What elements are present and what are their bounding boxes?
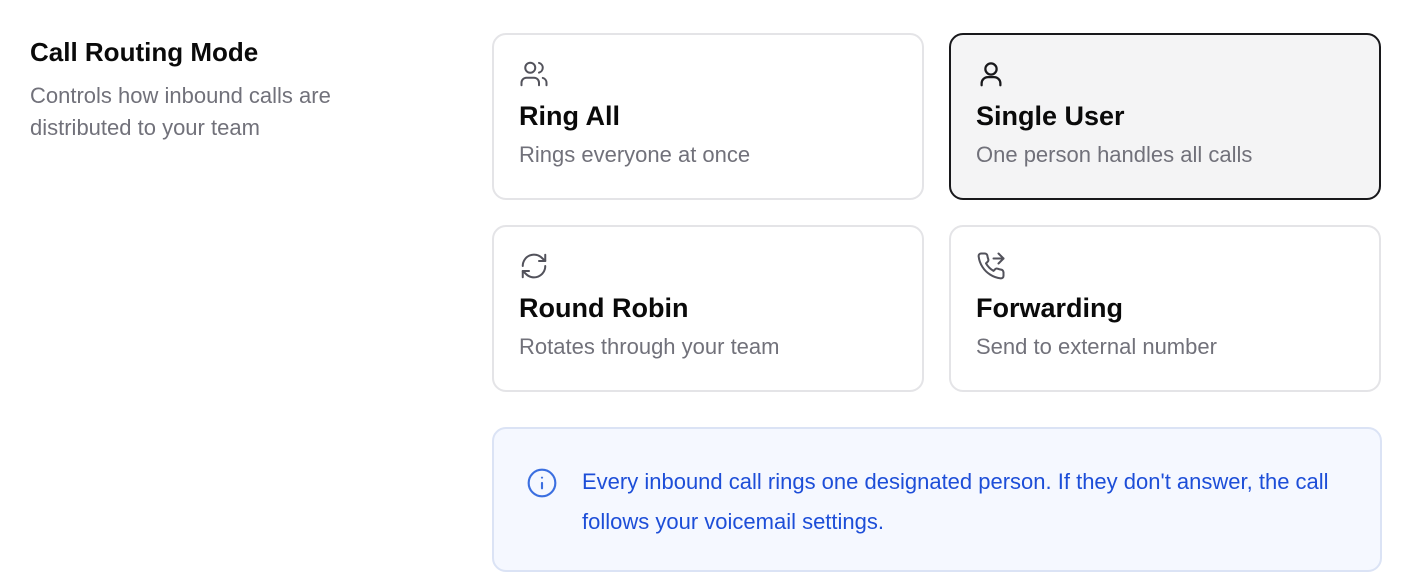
info-icon <box>526 467 558 499</box>
option-round-robin[interactable]: Round Robin Rotates through your team <box>492 225 924 392</box>
option-ring-all[interactable]: Ring All Rings everyone at once <box>492 33 924 200</box>
section-description: Controls how inbound calls are distribut… <box>30 83 331 140</box>
routing-options: Ring All Rings everyone at once Single U… <box>492 33 1382 392</box>
option-title: Forwarding <box>976 293 1123 323</box>
option-single-user[interactable]: Single User One person handles all calls <box>949 33 1381 200</box>
option-title: Single User <box>976 101 1125 131</box>
option-description: Rotates through your team <box>519 334 780 359</box>
section-title: Call Routing Mode <box>30 37 259 67</box>
section-header: Call Routing Mode Controls how inbound c… <box>30 36 430 144</box>
option-description: Send to external number <box>976 334 1217 359</box>
option-forwarding[interactable]: Forwarding Send to external number <box>949 225 1381 392</box>
users-icon <box>519 59 549 89</box>
option-description: Rings everyone at once <box>519 142 751 167</box>
option-description: One person handles all calls <box>976 142 1253 167</box>
user-icon <box>976 59 1006 89</box>
refresh-icon <box>519 251 549 281</box>
option-title: Ring All <box>519 101 620 131</box>
info-callout: Every inbound call rings one designated … <box>492 427 1382 572</box>
phone-forward-icon <box>976 251 1006 281</box>
option-title: Round Robin <box>519 293 689 323</box>
info-text: Every inbound call rings one designated … <box>582 469 1329 534</box>
